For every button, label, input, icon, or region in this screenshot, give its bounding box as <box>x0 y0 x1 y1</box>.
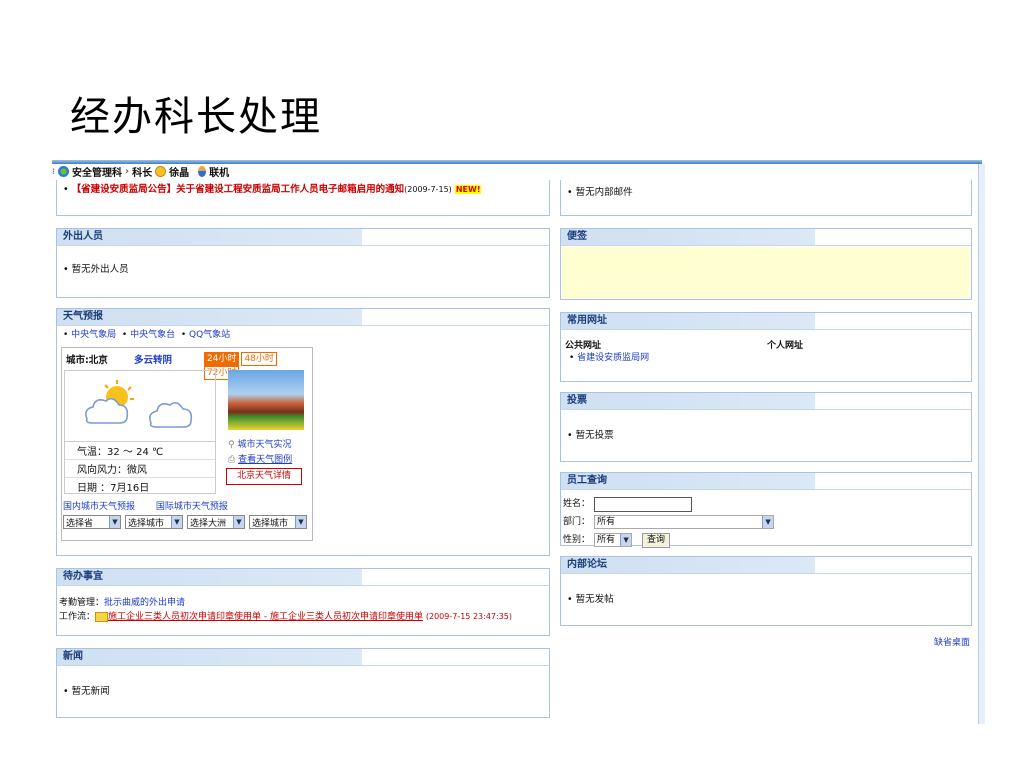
employee-panel: 员工查询 姓名： 部门： 所有 ▼ 性别： 所有 ▼ 查询 <box>560 472 972 548</box>
mail-panel: 暂无内部邮件 <box>560 180 972 216</box>
weather-header: 天气预报 <box>57 309 549 326</box>
tab-24h[interactable]: 24小时 <box>204 352 240 366</box>
slide-title: 经办科长处理 <box>70 94 322 140</box>
intl-forecast-link[interactable]: 国际城市天气预报 <box>156 502 228 512</box>
public-site-link[interactable]: 省建设安质监局网 <box>577 353 649 363</box>
tab-48h[interactable]: 48小时 <box>241 352 277 366</box>
attendance-label: 考勤管理： <box>59 598 105 608</box>
memo-header: 便签 <box>561 229 971 246</box>
user-name: 徐晶 <box>169 167 190 179</box>
envelope-icon <box>95 611 109 622</box>
city-select[interactable]: 选择城市 ▼ <box>125 515 183 529</box>
dept-select[interactable]: 所有 ▼ <box>594 515 775 529</box>
outgoing-header: 外出人员 <box>57 229 549 246</box>
forum-panel: 内部论坛 暂无发帖 <box>560 556 972 626</box>
websites-panel: 常用网址 公共网址 个人网址 省建设安质监局网 <box>560 312 972 382</box>
page-scrollbar[interactable] <box>978 164 985 724</box>
personal-sites-label: 个人网址 <box>767 341 804 351</box>
weather-detail-button[interactable]: 北京天气详情 <box>226 468 302 485</box>
weather-link-qq[interactable]: QQ气象站 <box>189 330 230 340</box>
workflow-label: 工作流： <box>59 612 96 622</box>
dept-label: 部门： <box>563 517 591 527</box>
gender-label: 性别： <box>563 535 591 545</box>
printer-icon: ⎙ <box>228 455 236 465</box>
weather-temp: 气温：32 ～ 24 ℃ <box>65 442 215 460</box>
province-select[interactable]: 选择省 ▼ <box>63 515 121 529</box>
smiley-icon <box>155 165 167 177</box>
news-panel: 新闻 暂无新闻 <box>56 648 550 718</box>
employee-header: 员工查询 <box>561 473 971 490</box>
websites-header: 常用网址 <box>561 313 971 330</box>
forecast-box: 气温：32 ～ 24 ℃ 风向风力：微风 日期 ：7月16日 <box>64 370 216 494</box>
users-icon <box>58 165 70 177</box>
outgoing-empty: 暂无外出人员 <box>71 264 129 275</box>
continent-select[interactable]: 选择大洲 ▼ <box>187 515 245 529</box>
new-badge: NEW! <box>454 185 482 194</box>
domestic-forecast-link[interactable]: 国内城市天气预报 <box>63 502 135 512</box>
name-label: 姓名： <box>563 499 591 509</box>
public-sites-label: 公共网址 <box>565 341 602 351</box>
weather-legend-link[interactable]: 查看天气图例 <box>238 455 292 465</box>
memo-panel: 便签 <box>560 228 972 300</box>
city-photo <box>228 370 304 430</box>
notice-tag: 【省建设安质监局公告】 <box>71 184 177 195</box>
vote-panel: 投票 暂无投票 <box>560 392 972 462</box>
vote-header: 投票 <box>561 393 971 410</box>
mail-empty: 暂无内部邮件 <box>575 187 633 198</box>
breadcrumb-separator: › <box>125 165 130 177</box>
name-input[interactable] <box>594 496 693 512</box>
user-bar: ⁝ 安全管理科 › 科长 徐晶 联机 <box>52 165 230 179</box>
workflow-date: (2009-7-15 23:47:35) <box>425 612 512 621</box>
forum-empty: 暂无发帖 <box>575 594 614 605</box>
notice-link[interactable]: 关于省建设工程安质监局工作人员电子邮箱启用的通知 <box>176 184 404 195</box>
cloudy-icon <box>149 401 193 428</box>
weather-link-nmc[interactable]: 中央气象台 <box>130 330 175 340</box>
user-status: 联机 <box>209 167 230 179</box>
user-role: 科长 <box>132 167 153 179</box>
default-desktop-link[interactable]: 缺省桌面 <box>934 635 970 648</box>
attendance-link[interactable]: 批示曲威的外出申请 <box>104 598 185 608</box>
intl-city-select[interactable]: 选择城市 ▼ <box>249 515 307 529</box>
outgoing-panel: 外出人员 暂无外出人员 <box>56 228 550 298</box>
todo-panel: 待办事宜 考勤管理：批示曲威的外出申请 工作流： 施工企业三类人员初次申请印章使用… <box>56 568 550 636</box>
query-button[interactable]: 查询 <box>642 532 671 548</box>
gender-select[interactable]: 所有 ▼ <box>594 533 633 547</box>
vote-empty: 暂无投票 <box>575 430 614 441</box>
user-dept: 安全管理科 <box>72 167 123 179</box>
notice-date: (2009-7-15) <box>404 185 452 194</box>
partly-cloudy-icon <box>85 380 134 424</box>
news-empty: 暂无新闻 <box>71 686 110 697</box>
memo-area[interactable] <box>562 247 970 298</box>
weather-condition: 多云转阴 <box>134 355 173 366</box>
forum-header: 内部论坛 <box>561 557 971 574</box>
weather-date: 日期 ：7月16日 <box>77 483 150 494</box>
city-live-link[interactable]: 城市天气实况 <box>237 440 291 450</box>
weather-link-cma[interactable]: 中央气象局 <box>71 330 116 340</box>
pin-icon: ⚲ <box>228 440 235 450</box>
person-online-icon <box>198 165 207 177</box>
todo-header: 待办事宜 <box>57 569 549 586</box>
weather-city: 城市:北京 <box>66 355 108 366</box>
weather-panel: 天气预报 中央气象局 中央气象台 QQ气象站 城市:北京 多云转阴 24小时48… <box>56 308 550 556</box>
notice-panel: 【省建设安质监局公告】关于省建设工程安质监局工作人员电子邮箱启用的通知(2009… <box>56 180 550 216</box>
news-header: 新闻 <box>57 649 549 666</box>
weather-wind: 风向风力：微风 <box>65 460 215 478</box>
workflow-link[interactable]: 施工企业三类人员初次申请印章使用单 - 施工企业三类人员初次申请印章使用单 <box>108 612 423 622</box>
